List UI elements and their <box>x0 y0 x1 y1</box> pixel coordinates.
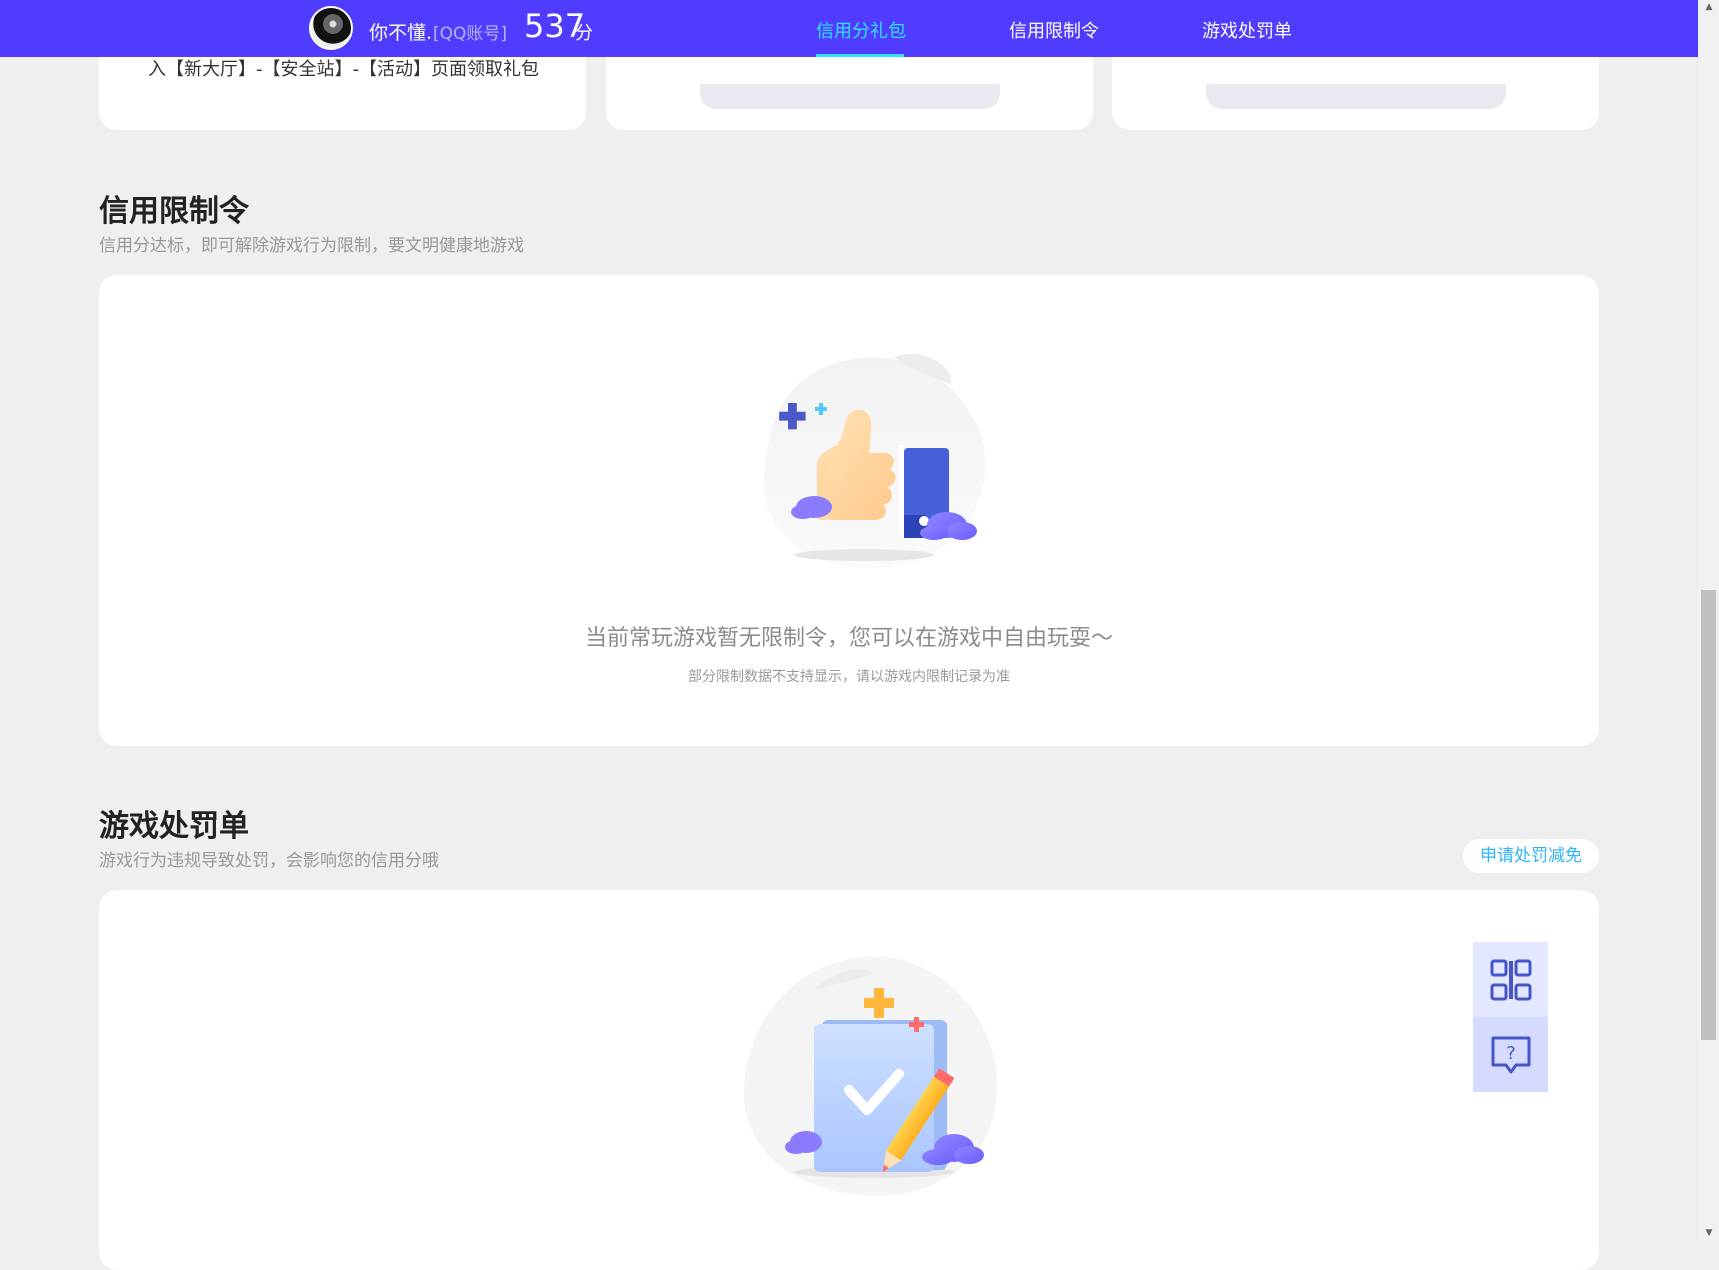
clipboard-pencil-illustration <box>743 956 998 1196</box>
thumbs-up-illustration <box>763 354 986 569</box>
penalty-card <box>99 890 1599 1270</box>
avatar[interactable] <box>309 6 353 50</box>
top-bar: 你不懂. [QQ账号] 537 分 信用分礼包 信用限制令 游戏处罚单 <box>0 0 1698 57</box>
restriction-section-title: 信用限制令 <box>99 194 249 229</box>
restriction-section-desc: 信用分达标，即可解除游戏行为限制，要文明健康地游戏 <box>99 236 524 256</box>
penalty-section-title: 游戏处罚单 <box>99 809 249 844</box>
tab-gift[interactable]: 信用分礼包 <box>816 17 906 43</box>
gift-card-3-button[interactable] <box>1206 84 1506 109</box>
qr-code-icon <box>1490 959 1531 1000</box>
restriction-empty-subtext: 部分限制数据不支持显示，请以游戏内限制记录为准 <box>688 669 1010 685</box>
restriction-empty-text: 当前常玩游戏暂无限制令，您可以在游戏中自由玩耍～ <box>584 626 1113 651</box>
scrollbar-thumb[interactable] <box>1701 590 1716 1040</box>
tab-penalty[interactable]: 游戏处罚单 <box>1202 17 1292 43</box>
qr-code-button[interactable] <box>1473 942 1548 1017</box>
floating-toolbar: ? <box>1473 942 1548 1092</box>
gift-card-1-text: 入【新大厅】-【安全站】-【活动】页面领取礼包 <box>148 59 539 80</box>
svg-text:?: ? <box>1506 1043 1516 1064</box>
restriction-card: 当前常玩游戏暂无限制令，您可以在游戏中自由玩耍～ 部分限制数据不支持显示，请以游… <box>99 275 1599 746</box>
help-button[interactable]: ? <box>1473 1017 1548 1092</box>
scroll-down-arrow[interactable]: ▼ <box>1702 1226 1716 1240</box>
apply-penalty-relief-button[interactable]: 申请处罚减免 <box>1463 839 1599 873</box>
scroll-up-arrow[interactable]: ▲ <box>1702 0 1716 14</box>
user-nickname: 你不懂. <box>369 22 433 44</box>
active-tab-indicator <box>816 54 904 57</box>
credit-score-unit: 分 <box>575 23 593 44</box>
help-chat-icon: ? <box>1491 1036 1530 1073</box>
penalty-section-desc: 游戏行为违规导致处罚，会影响您的信用分哦 <box>99 851 439 871</box>
account-type: [QQ账号] <box>433 24 508 44</box>
gift-card-2-button[interactable] <box>700 84 1000 109</box>
tab-restriction[interactable]: 信用限制令 <box>1009 17 1099 43</box>
